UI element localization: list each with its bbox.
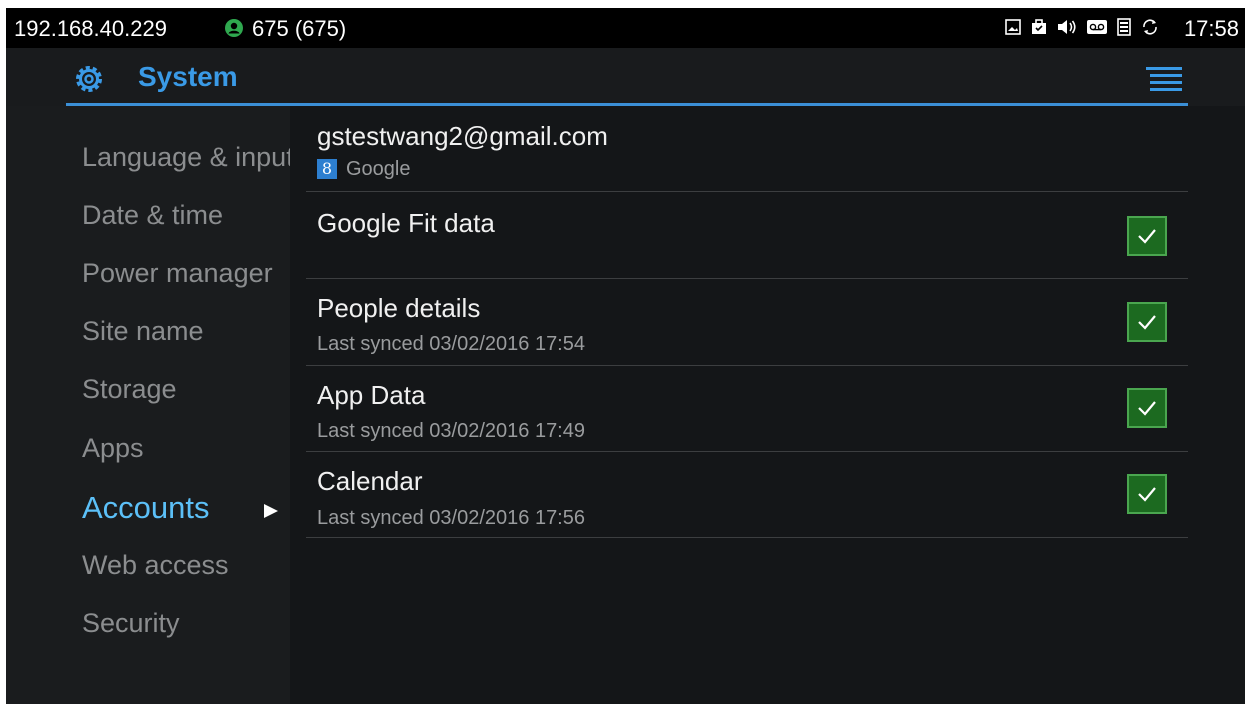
sync-item-people-status: Last synced 03/02/2016 17:54 [317,333,585,355]
nav-item-storage[interactable]: Storage [82,374,290,405]
bag-icon [1032,19,1046,34]
calendar-checkbox[interactable] [1127,474,1167,514]
nav-item-site-name[interactable]: Site name [82,316,290,347]
check-icon [1138,401,1156,416]
account-provider: Google [346,158,411,180]
sync-item-app-data-title[interactable]: App Data [317,380,425,411]
sync-item-calendar-status: Last synced 03/02/2016 17:56 [317,507,585,529]
divider [306,191,1188,192]
check-icon [1138,229,1156,244]
ip-address: 192.168.40.229 [14,16,167,41]
menu-icon[interactable] [1146,65,1182,95]
account-sync-panel [290,106,1245,704]
gear-icon [76,66,102,92]
google-icon: 8 [317,159,337,179]
contact-status-icon [225,19,243,37]
divider [306,537,1188,538]
device-screen: 192.168.40.229 675 (675) 17:58 System La… [6,8,1245,704]
screenshot-icon [1005,19,1021,35]
divider [306,278,1188,279]
nav-item-web-access[interactable]: Web access [82,550,290,581]
nav-item-power-manager[interactable]: Power manager [82,258,290,289]
app-data-checkbox[interactable] [1127,388,1167,428]
volume-icon [1058,20,1076,34]
status-icons [1005,18,1159,36]
people-details-checkbox[interactable] [1127,302,1167,342]
google-fit-checkbox[interactable] [1127,216,1167,256]
check-icon [1138,487,1156,502]
nav-item-apps[interactable]: Apps [82,433,290,464]
check-icon [1138,315,1156,330]
nav-item-accounts[interactable]: Accounts [82,490,210,526]
sync-icon [1143,19,1157,35]
nav-item-security[interactable]: Security [82,608,290,639]
sync-item-app-data-status: Last synced 03/02/2016 17:49 [317,420,585,442]
page-title: System [138,61,238,92]
clock: 17:58 [1183,16,1239,41]
nav-item-date-time[interactable]: Date & time [82,200,290,231]
extension-number: 675 (675) [252,16,347,41]
sync-item-people-title[interactable]: People details [317,293,480,324]
nav-item-language-input[interactable]: Language & input [82,142,290,173]
account-email: gstestwang2@gmail.com [317,121,608,151]
sync-item-calendar-title[interactable]: Calendar [317,466,423,497]
divider [306,451,1188,452]
sync-item-google-fit-title[interactable]: Google Fit data [317,208,495,239]
divider [306,365,1188,366]
voicemail-icon [1087,20,1107,34]
selected-arrow-icon [264,504,278,518]
battery-icon [1117,18,1131,36]
status-bar: 192.168.40.229 675 (675) 17:58 [6,8,1245,48]
